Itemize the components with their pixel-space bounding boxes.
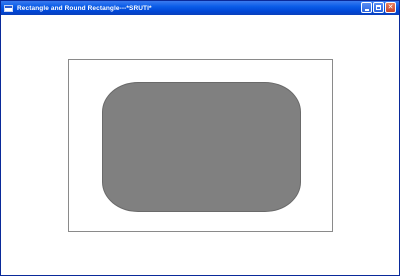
close-icon: ✕ (387, 3, 394, 11)
maximize-icon (376, 5, 381, 10)
minimize-button[interactable] (361, 2, 372, 13)
maximize-button[interactable] (373, 2, 384, 13)
close-button[interactable]: ✕ (385, 2, 396, 13)
window-controls: ✕ (361, 2, 396, 13)
round-rectangle-shape (102, 82, 301, 212)
app-window: Rectangle and Round Rectangle---*SRUTI* … (0, 0, 400, 276)
title-bar[interactable]: Rectangle and Round Rectangle---*SRUTI* … (1, 1, 399, 15)
minimize-icon (364, 8, 369, 11)
app-icon[interactable] (4, 4, 13, 12)
window-title: Rectangle and Round Rectangle---*SRUTI* (17, 4, 152, 12)
drawing-canvas (1, 15, 399, 275)
